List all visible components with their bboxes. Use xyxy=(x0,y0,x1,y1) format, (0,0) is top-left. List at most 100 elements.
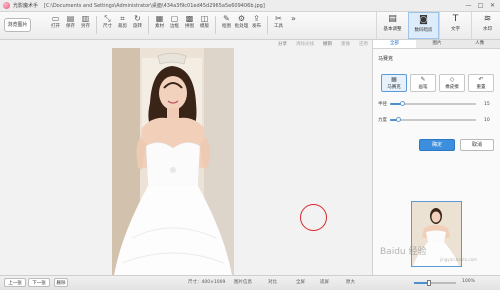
cancel-button[interactable]: 取消 xyxy=(460,139,494,151)
toolbar-batch-button[interactable]: ⚙ 批处理 xyxy=(234,14,249,34)
publish-icon: ⇪ xyxy=(253,14,260,23)
panel-tab-item[interactable]: 图片 xyxy=(415,40,459,48)
toolbar-crop-button[interactable]: ⌗ 裁剪 xyxy=(115,14,130,34)
apply-button[interactable]: 确定 xyxy=(419,139,455,151)
image-canvas[interactable] xyxy=(0,48,372,275)
maximize-button[interactable]: □ xyxy=(476,2,485,9)
toolbar-material-button[interactable]: ▦ 素材 xyxy=(152,14,167,34)
action-item[interactable]: 分享 xyxy=(278,41,287,47)
toolbar-open-button[interactable]: ▭ 打开 xyxy=(48,14,63,34)
toolbar-tool-label: 发布 xyxy=(252,24,261,29)
mode-tab-label: 文字 xyxy=(451,27,460,32)
brush-tool-buttons: ▦ 马赛克 ✎ 画笔 ◇ 橡皮擦 ↶ 重置 xyxy=(381,74,494,92)
darkroom-icon: ◙ xyxy=(419,15,428,25)
toolbar-tool-label: 裁剪 xyxy=(118,24,127,29)
toolbar-tool-label: 素材 xyxy=(155,24,164,29)
app-logo-icon xyxy=(3,2,10,9)
mode-tab-basic-adjust[interactable]: ▤ 基本调整 xyxy=(376,12,408,39)
fit-screen-button[interactable]: 适屏 xyxy=(320,279,329,285)
toolbar-tool-label: 打开 xyxy=(51,24,60,29)
action-item[interactable]: 重做 xyxy=(341,41,350,47)
file-path: [C:\Documents and Settings\Administrator… xyxy=(44,3,265,9)
mode-tab-darkroom[interactable]: ◙ 数码暗房 xyxy=(408,12,439,39)
toolbar-save-as-button[interactable]: ▥ 另存 xyxy=(78,14,93,34)
toolbar-tool-label: 模版 xyxy=(200,24,209,29)
rotate-icon: ↻ xyxy=(134,14,141,23)
status-bar: 上一张 下一张 删除 尺寸：400×1009 图片信息 对比 全屏 适屏 原大 … xyxy=(0,275,500,290)
delete-image-button[interactable]: 删除 xyxy=(54,278,68,287)
mode-tab-text[interactable]: T 文字 xyxy=(439,12,471,39)
slider-label: 力度 xyxy=(378,118,387,123)
browse-images-button[interactable]: 浏览图片 xyxy=(4,18,31,32)
slider-thumb[interactable] xyxy=(400,101,406,106)
slider-thumb[interactable] xyxy=(396,117,402,122)
minimize-button[interactable]: — xyxy=(464,2,473,9)
toolbar-separator xyxy=(96,16,97,34)
slider-track[interactable] xyxy=(390,101,476,106)
panel-tab-item[interactable]: 全部 xyxy=(373,40,416,48)
panel-tab-item[interactable]: 人像 xyxy=(458,40,500,48)
toolbar-more-button[interactable]: » xyxy=(286,14,301,34)
open-icon: ▭ xyxy=(51,14,60,23)
zoom-slider[interactable] xyxy=(414,280,456,286)
template-icon: ◫ xyxy=(200,14,209,23)
batch-icon: ⚙ xyxy=(237,14,246,23)
action-item[interactable]: 还原 xyxy=(359,41,368,47)
cutout-icon: ✎ xyxy=(223,14,230,23)
mode-tab-label: 基本调整 xyxy=(383,27,402,32)
eraser-button[interactable]: ◇ 橡皮擦 xyxy=(439,74,465,92)
action-item[interactable]: 撤销 xyxy=(323,41,332,47)
toolbar-template-button[interactable]: ◫ 模版 xyxy=(197,14,212,34)
toolbar-tool-label: 拼图 xyxy=(185,24,194,29)
original-size-button[interactable]: 原大 xyxy=(346,279,355,285)
previous-image-button[interactable]: 上一张 xyxy=(4,278,26,287)
slider-value: 10 xyxy=(484,117,490,123)
bride-photo xyxy=(112,48,234,275)
highlight-circle xyxy=(300,204,327,231)
compare-button[interactable]: 对比 xyxy=(268,279,277,285)
reset-button[interactable]: ↶ 重置 xyxy=(468,74,494,92)
slider-label: 半径 xyxy=(378,102,387,107)
panel-tabs: 全部 图片 人像 xyxy=(373,40,500,49)
toolbar-tool-label: 抠图 xyxy=(222,24,231,29)
text-icon: T xyxy=(452,14,459,24)
brush-button-label: 橡皮擦 xyxy=(445,85,459,90)
slider-row: 半径 15 xyxy=(378,101,496,107)
border-icon: ▢ xyxy=(170,14,179,23)
toolbar-cutout-button[interactable]: ✎ 抠图 xyxy=(219,14,234,34)
close-button[interactable]: ✕ xyxy=(488,2,497,9)
toolbar-resize-button[interactable]: ⤡ 尺寸 xyxy=(100,14,115,34)
toolbar-save-button[interactable]: ▤ 保存 xyxy=(63,14,78,34)
slider-track[interactable] xyxy=(390,117,476,122)
basic-adjust-icon: ▤ xyxy=(388,14,397,24)
collage-icon: ▩ xyxy=(185,14,194,23)
image-info-button[interactable]: 图片信息 xyxy=(234,279,252,285)
toolbar-separator xyxy=(267,16,268,34)
eraser-icon: ◇ xyxy=(449,76,455,83)
toolbar-tools-button[interactable]: ✂ 工具 xyxy=(271,14,286,34)
zoom-slider-thumb[interactable] xyxy=(426,280,431,286)
action-item[interactable]: 清除光线 xyxy=(296,41,314,47)
image-size-text: 尺寸：400×1009 xyxy=(188,280,226,285)
brush-button-label: 重置 xyxy=(476,85,486,90)
toolbar-border-button[interactable]: ▢ 边框 xyxy=(167,14,182,34)
mode-tab-watermark[interactable]: ≋ 水印 xyxy=(471,12,500,39)
baidu-watermark: Baidu 经验 xyxy=(380,247,427,257)
save-icon: ▤ xyxy=(66,14,75,23)
zoom-percentage: 100% xyxy=(462,279,475,284)
slider-row: 力度 10 xyxy=(378,117,496,123)
toolbar-tool-label: 工具 xyxy=(274,24,283,29)
watermark-icon: ≋ xyxy=(483,14,492,24)
fullscreen-button[interactable]: 全屏 xyxy=(296,279,305,285)
brush-button[interactable]: ✎ 画笔 xyxy=(410,74,436,92)
brush-button-label: 马赛克 xyxy=(387,85,401,90)
toolbar-rotate-button[interactable]: ↻ 旋转 xyxy=(130,14,145,34)
tools-icon: ✂ xyxy=(275,14,282,23)
mode-tabs: ▤ 基本调整 ◙ 数码暗房 T 文字 ≋ 水印 xyxy=(376,12,500,39)
toolbar-collage-button[interactable]: ▩ 拼图 xyxy=(182,14,197,34)
mosaic-button[interactable]: ▦ 马赛克 xyxy=(381,74,407,92)
window-controls: — □ ✕ xyxy=(464,2,497,9)
toolbar-publish-button[interactable]: ⇪ 发布 xyxy=(249,14,264,34)
next-image-button[interactable]: 下一张 xyxy=(28,278,50,287)
photo-preview[interactable] xyxy=(112,48,234,275)
